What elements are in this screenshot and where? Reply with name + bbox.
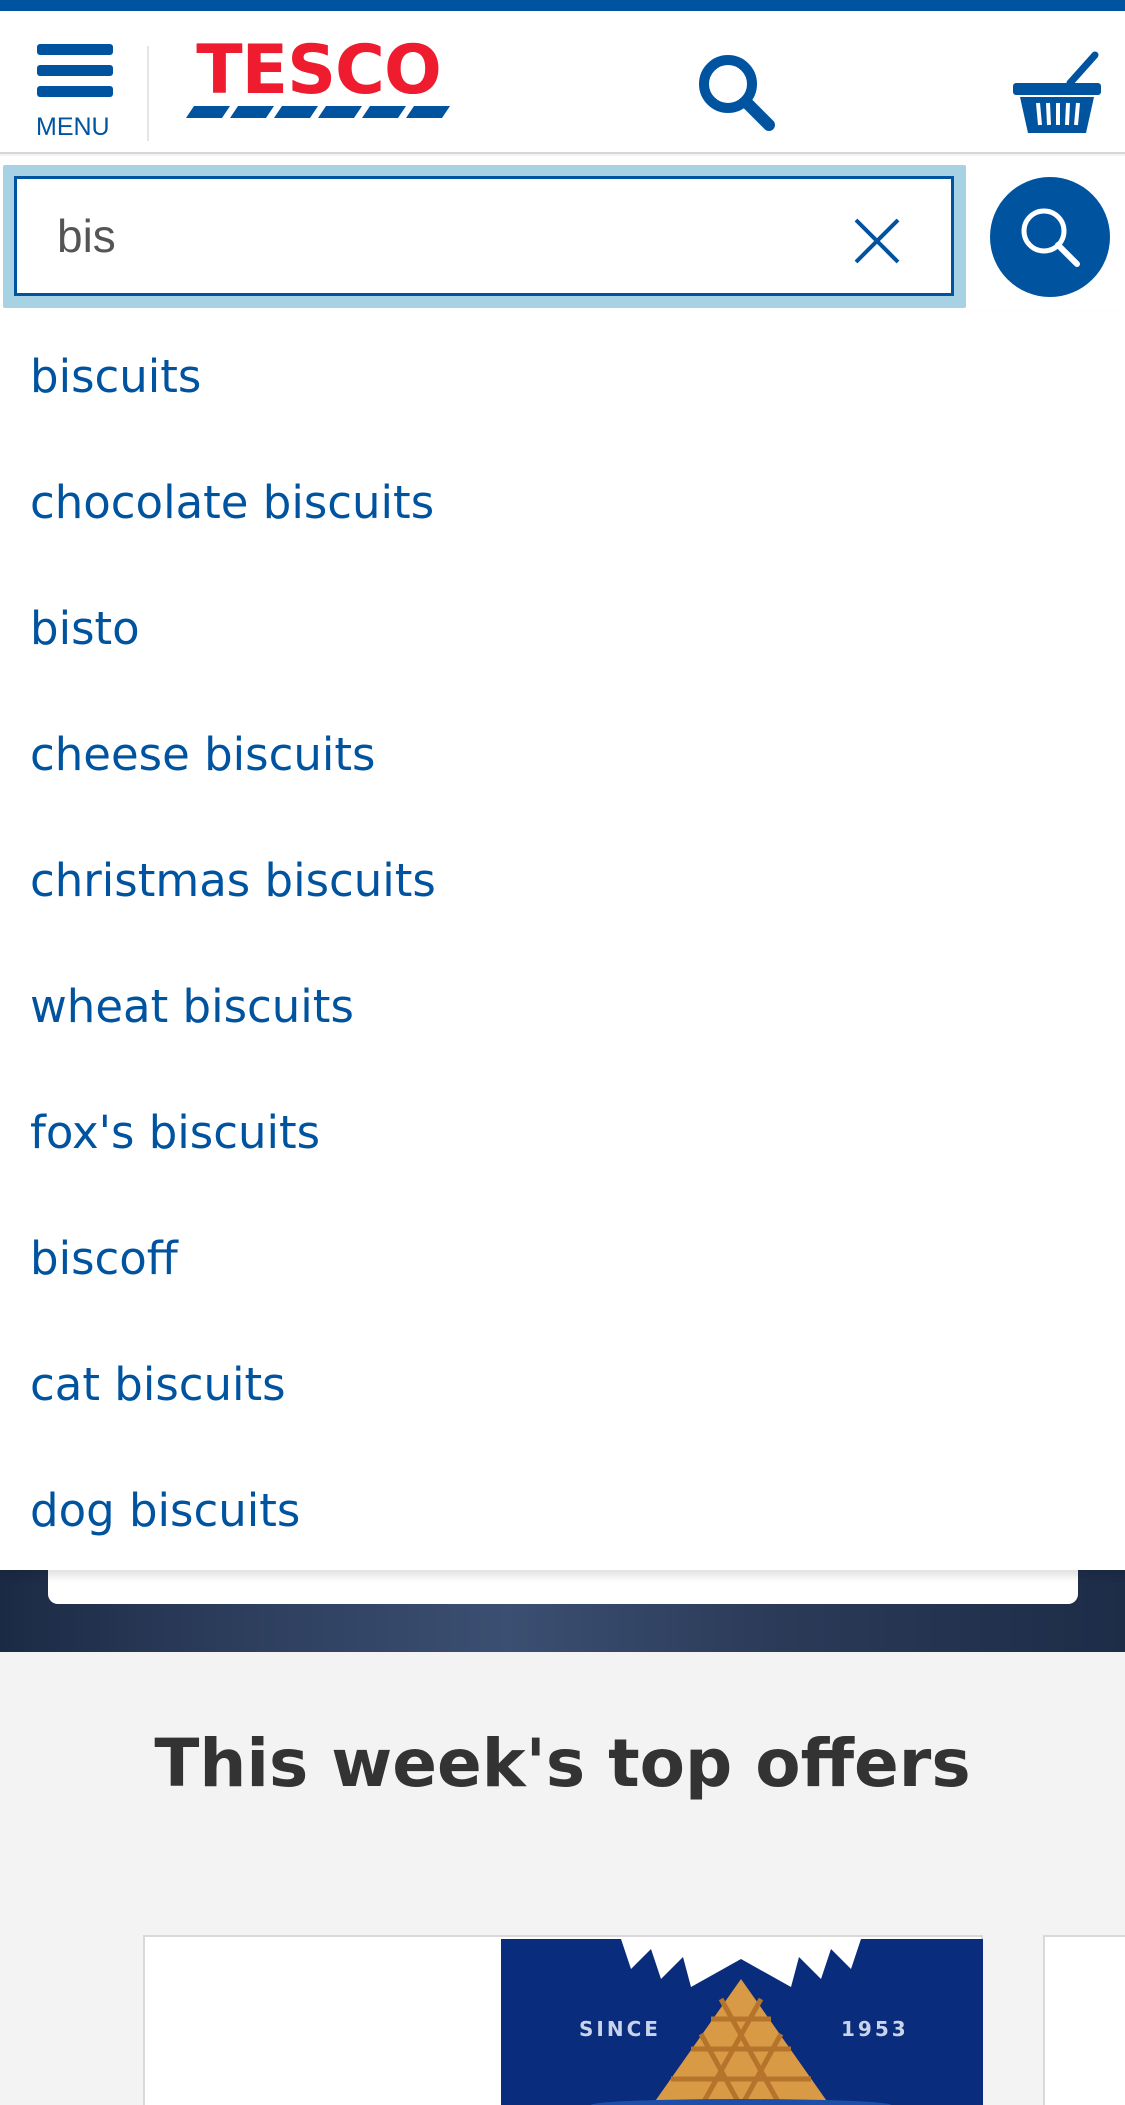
suggestion-label: wheat biscuits: [30, 980, 354, 1033]
tesco-logo[interactable]: TESCO: [186, 31, 451, 136]
menu-icon-bar: [37, 65, 113, 76]
suggestion-item[interactable]: cheese biscuits: [0, 690, 1125, 816]
suggestion-label: biscuits: [30, 350, 202, 403]
close-icon: [854, 218, 900, 264]
menu-icon: [37, 44, 113, 55]
suggestion-item[interactable]: cat biscuits: [0, 1320, 1125, 1446]
suggestion-item[interactable]: wheat biscuits: [0, 942, 1125, 1068]
page: MENU TESCO bis biscuits chocolate biscui…: [0, 0, 1125, 2105]
suggestion-label: biscoff: [30, 1232, 178, 1285]
search-input[interactable]: [14, 176, 954, 296]
basket-icon[interactable]: [1010, 49, 1105, 139]
top-stripe: [0, 0, 1125, 11]
suggestion-label: bisto: [30, 602, 140, 655]
menu-icon-bar: [37, 86, 113, 97]
suggestion-item[interactable]: chocolate biscuits: [0, 438, 1125, 564]
logo-text: TESCO: [196, 31, 442, 110]
search-icon: [1021, 208, 1080, 267]
menu-button[interactable]: MENU: [30, 41, 122, 141]
offers-heading: This week's top offers: [154, 1725, 971, 1802]
suggestion-item[interactable]: dog biscuits: [0, 1446, 1125, 1572]
suggestion-label: chocolate biscuits: [30, 476, 435, 529]
site-header: MENU TESCO: [0, 11, 1125, 154]
suggestion-label: dog biscuits: [30, 1484, 301, 1537]
clear-search-button[interactable]: [842, 206, 912, 276]
search-icon[interactable]: [695, 51, 780, 136]
suggestion-item[interactable]: bisto: [0, 564, 1125, 690]
search-submit-button[interactable]: [990, 177, 1110, 297]
menu-label: MENU: [36, 113, 110, 141]
offer-card[interactable]: SINCE 1953: [143, 1935, 983, 2105]
suggestion-label: cat biscuits: [30, 1358, 286, 1411]
suggestion-label: fox's biscuits: [30, 1106, 321, 1159]
header-divider: [147, 46, 149, 141]
suggestion-item[interactable]: biscoff: [0, 1194, 1125, 1320]
biscuit-image-icon: [591, 1939, 891, 2105]
logo-stripes-icon: [186, 106, 450, 118]
suggestion-label: cheese biscuits: [30, 728, 376, 781]
search-suggestions: biscuits chocolate biscuits bisto cheese…: [0, 312, 1125, 1570]
offer-card-next[interactable]: [1043, 1935, 1125, 2105]
since-label: SINCE: [579, 2017, 661, 2041]
suggestion-item[interactable]: christmas biscuits: [0, 816, 1125, 942]
suggestion-label: christmas biscuits: [30, 854, 436, 907]
offer-image: SINCE 1953: [501, 1939, 983, 2105]
suggestion-item[interactable]: fox's biscuits: [0, 1068, 1125, 1194]
search-bar: [0, 156, 1125, 312]
since-year: 1953: [841, 2017, 909, 2041]
suggestion-item[interactable]: biscuits: [0, 312, 1125, 438]
